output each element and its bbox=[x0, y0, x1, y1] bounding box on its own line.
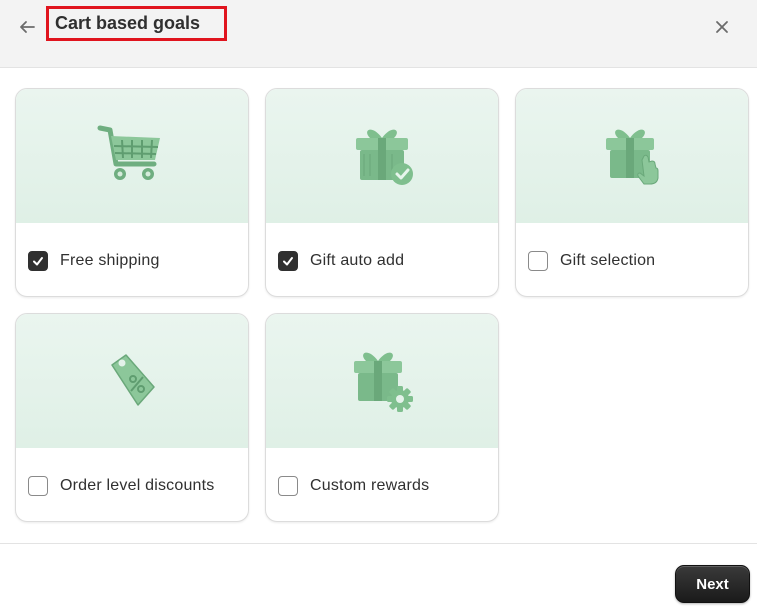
checkmark-icon bbox=[33, 256, 43, 265]
card-footer: Gift selection bbox=[516, 223, 748, 296]
card-label: Custom rewards bbox=[310, 476, 430, 494]
card-label: Gift selection bbox=[560, 251, 656, 269]
card-footer: Custom rewards bbox=[266, 448, 498, 521]
checkbox[interactable] bbox=[28, 250, 48, 271]
checkbox[interactable] bbox=[278, 475, 298, 496]
card-label: Gift auto add bbox=[310, 251, 405, 269]
checkmark-icon bbox=[283, 256, 293, 265]
card-illustration bbox=[266, 89, 498, 223]
close-button[interactable] bbox=[709, 14, 735, 40]
card-footer: Gift auto add bbox=[266, 223, 498, 296]
goal-card-gift-auto-add[interactable]: Gift auto add bbox=[265, 88, 499, 297]
goal-card-free-shipping[interactable]: Free shipping bbox=[15, 88, 249, 297]
card-label: Free shipping bbox=[60, 251, 160, 269]
checkbox[interactable] bbox=[28, 475, 48, 496]
card-label: Order level discounts bbox=[60, 476, 215, 494]
card-footer: Order level discounts bbox=[16, 448, 248, 521]
modal-header: Cart based goals bbox=[0, 0, 757, 68]
checkbox[interactable] bbox=[528, 250, 548, 271]
goal-card-custom-rewards[interactable]: Custom rewards bbox=[265, 313, 499, 522]
goal-card-gift-selection[interactable]: Gift selection bbox=[515, 88, 749, 297]
card-footer: Free shipping bbox=[16, 223, 248, 296]
goal-card-order-level-discounts[interactable]: Order level discounts bbox=[15, 313, 249, 522]
card-illustration bbox=[516, 89, 748, 223]
gift-gear-icon bbox=[354, 352, 413, 412]
page-title: Cart based goals bbox=[55, 13, 201, 33]
discount-tag-icon bbox=[111, 354, 155, 406]
close-icon bbox=[716, 21, 728, 33]
title-highlight: Cart based goals bbox=[46, 6, 227, 41]
next-button[interactable]: Next bbox=[675, 565, 750, 603]
card-illustration bbox=[266, 314, 498, 448]
card-illustration bbox=[16, 89, 248, 223]
gift-hand-icon bbox=[606, 129, 659, 185]
card-illustration bbox=[16, 314, 248, 448]
footer-divider bbox=[0, 543, 757, 544]
gift-check-icon bbox=[356, 129, 413, 185]
back-button[interactable] bbox=[14, 14, 40, 40]
shopping-cart-icon bbox=[97, 125, 160, 180]
checkbox[interactable] bbox=[278, 250, 298, 271]
arrow-left-icon bbox=[20, 21, 35, 33]
